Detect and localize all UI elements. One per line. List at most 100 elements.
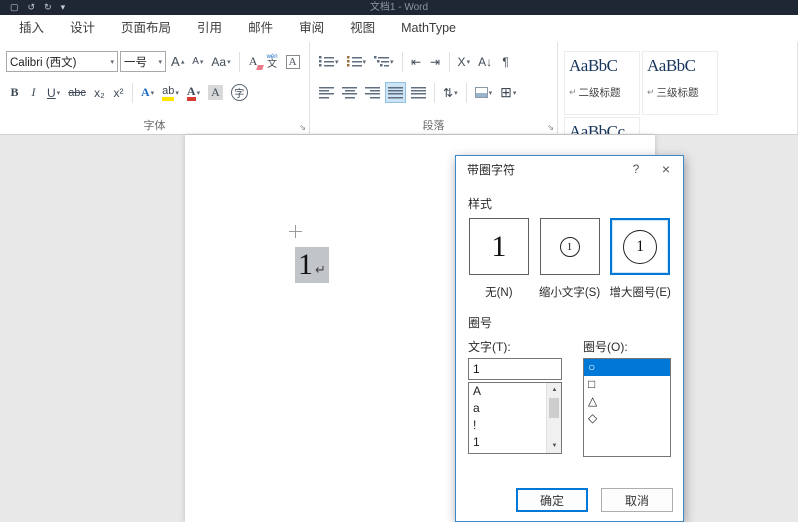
circle-option[interactable]: ◇ [584, 410, 670, 427]
chevron-down-icon[interactable]: ▾ [155, 58, 162, 66]
decrease-indent-button[interactable]: ⇤ [408, 51, 425, 72]
style-card-heading2[interactable]: AaBbC ↵二级标题 [564, 51, 640, 115]
multilevel-list-button[interactable]: ▾ [371, 51, 397, 72]
tab-mailings[interactable]: 邮件 [235, 15, 286, 42]
justify-icon [388, 87, 403, 99]
divider [449, 52, 450, 72]
window-title: 文档1 - Word [370, 0, 428, 15]
sort-button[interactable]: A↓ [475, 51, 495, 72]
increase-indent-button[interactable]: ⇥ [427, 51, 444, 72]
justify-button[interactable] [385, 82, 406, 103]
style-option-shrink-text[interactable]: 1 缩小文字(S) [539, 218, 601, 300]
style-option-enlarge-symbol[interactable]: 1 增大圈号(E) [609, 218, 671, 300]
tab-mathtype[interactable]: MathType [388, 15, 469, 42]
shrink-font-button[interactable]: A▾ [189, 51, 206, 72]
selected-text-run[interactable]: 1 ↵ [295, 247, 329, 283]
style-name: 三级标题 [657, 85, 699, 100]
numbering-button[interactable]: ▾ [344, 51, 370, 72]
grow-font-button[interactable]: A▾ [168, 51, 187, 72]
text-option[interactable]: a [469, 400, 546, 417]
circle-option[interactable]: △ [584, 393, 670, 410]
superscript-button[interactable]: x² [110, 82, 127, 103]
shading-button[interactable]: ▾ [472, 82, 496, 103]
bullets-button[interactable]: ▾ [316, 51, 342, 72]
style-option-none[interactable]: 1 无(N) [468, 218, 530, 300]
character-shading-button[interactable]: A [205, 82, 226, 103]
highlight-icon: ab [162, 85, 174, 101]
style-option-label: 增大圈号(E) [610, 284, 671, 300]
align-left-button[interactable] [316, 82, 337, 103]
tab-review[interactable]: 审阅 [286, 15, 337, 42]
undo-icon[interactable]: ↺ [28, 0, 36, 15]
qat-customize-icon[interactable]: ▾ [61, 0, 66, 15]
font-name-combobox[interactable]: Calibri (西文) ▾ [6, 51, 118, 72]
scroll-up-icon[interactable]: ▲ [547, 383, 562, 397]
enclose-text-input[interactable] [468, 358, 562, 380]
character-border-button[interactable]: A [283, 51, 303, 72]
font-size-combobox[interactable]: 一号 ▾ [120, 51, 166, 72]
enclose-characters-dialog: 带圈字符 ? × 样式 1 无(N) 1 缩小文字(S) 1 增大圈号(E) 圈… [455, 155, 684, 522]
italic-button[interactable]: I [25, 82, 42, 103]
distribute-button[interactable] [408, 82, 429, 103]
circle-option[interactable]: □ [584, 376, 670, 393]
text-option[interactable]: 1 [469, 434, 546, 451]
tab-page-layout[interactable]: 页面布局 [108, 15, 184, 42]
dialog-titlebar[interactable]: 带圈字符 ? × [456, 156, 683, 183]
paragraph-dialog-launcher-icon[interactable]: ⇘ [547, 123, 554, 132]
circle-option[interactable]: ○ [584, 359, 670, 376]
style-option-label: 无(N) [485, 284, 512, 300]
titlebar: ▢ ↺ ↻ ▾ 文档1 - Word [0, 0, 798, 15]
style-card-heading3[interactable]: AaBbC ↵三级标题 [642, 51, 718, 115]
chevron-down-icon: ▾ [489, 89, 493, 97]
bullet-list-icon [319, 56, 334, 68]
bold-button[interactable]: B [6, 82, 23, 103]
save-icon[interactable]: ▢ [10, 0, 19, 15]
line-spacing-button[interactable]: ⇅▾ [440, 82, 461, 103]
text-option[interactable]: A [469, 383, 546, 400]
divider [402, 52, 403, 72]
close-icon[interactable]: × [651, 156, 681, 183]
chevron-down-icon: ▾ [513, 89, 517, 97]
line-spacing-icon: ⇅ [443, 86, 453, 100]
show-marks-button[interactable]: ¶ [497, 51, 514, 72]
scrollbar[interactable]: ▲ ▼ [546, 383, 561, 453]
borders-button[interactable]: ⊞▾ [497, 82, 519, 103]
style-option-label: 缩小文字(S) [539, 284, 600, 300]
align-center-button[interactable] [339, 82, 360, 103]
tab-references[interactable]: 引用 [184, 15, 235, 42]
scroll-down-icon[interactable]: ▼ [547, 439, 562, 453]
tab-view[interactable]: 视图 [337, 15, 388, 42]
chevron-down-icon: ▾ [363, 58, 367, 66]
scrollbar-thumb[interactable] [549, 398, 559, 418]
chevron-down-icon: ▾ [454, 89, 458, 97]
tab-design[interactable]: 设计 [57, 15, 108, 42]
paragraph-group: ▾ ▾ ▾ ⇤ ⇥ X▾ A↓ ¶ ⇅▾ ▾ ⊞▾ 段落 ⇘ [310, 42, 558, 134]
help-icon[interactable]: ? [621, 156, 651, 183]
font-name-value: Calibri (西文) [10, 54, 76, 70]
font-color-button[interactable]: A▾ [184, 82, 203, 103]
divider [239, 52, 240, 72]
large-circle-icon: 1 [623, 230, 657, 264]
change-case-button[interactable]: Aa▾ [208, 51, 233, 72]
align-center-icon [342, 87, 357, 99]
text-option[interactable]: ! [469, 417, 546, 434]
underline-button[interactable]: U▾ [44, 82, 63, 103]
borders-icon: ⊞ [500, 84, 512, 101]
redo-icon[interactable]: ↻ [44, 0, 52, 15]
phonetic-guide-button[interactable]: wén 文 [264, 51, 281, 72]
subscript-button[interactable]: x₂ [91, 82, 108, 103]
style-card-custom[interactable]: AaBbCc ↵我的论... [564, 117, 640, 134]
align-right-button[interactable] [362, 82, 383, 103]
text-highlight-button[interactable]: ab▾ [159, 82, 182, 103]
chevron-down-icon[interactable]: ▾ [107, 58, 114, 66]
clear-formatting-button[interactable]: A [245, 51, 262, 72]
ok-button[interactable]: 确定 [516, 488, 588, 512]
enclose-characters-button[interactable]: 字 [228, 82, 251, 103]
font-dialog-launcher-icon[interactable]: ⇘ [299, 123, 306, 132]
strikethrough-button[interactable]: abc [65, 82, 89, 103]
cancel-button[interactable]: 取消 [601, 488, 673, 512]
style-name: 二级标题 [579, 85, 621, 100]
text-effects-button[interactable]: A▾ [138, 82, 157, 103]
asian-layout-button[interactable]: X▾ [455, 51, 474, 72]
tab-insert[interactable]: 插入 [6, 15, 57, 42]
